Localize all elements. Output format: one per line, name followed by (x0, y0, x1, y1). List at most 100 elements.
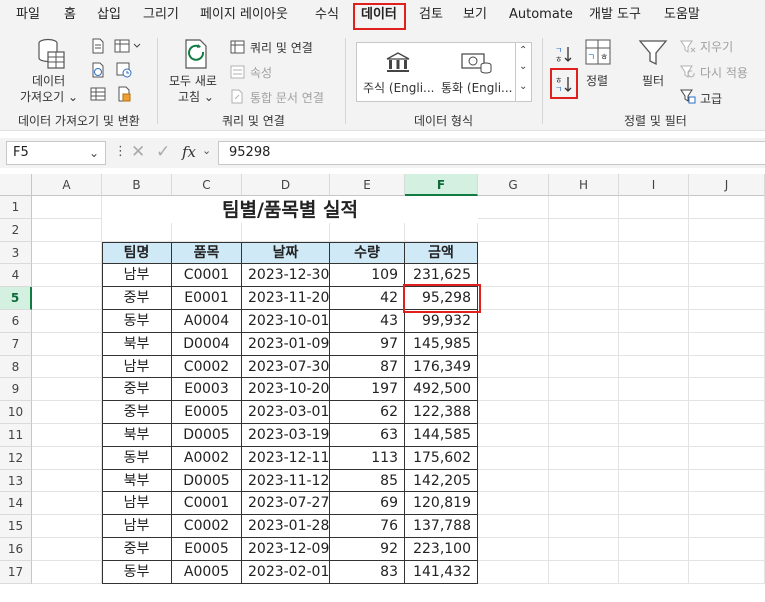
cancel-icon[interactable]: ✕ (131, 142, 145, 162)
grid-cell[interactable] (478, 560, 549, 584)
row-header[interactable]: 10 (0, 401, 32, 424)
row-header[interactable]: 14 (0, 492, 32, 516)
table-cell[interactable]: E0005 (172, 401, 242, 424)
advanced-button[interactable]: 고급 (700, 90, 722, 107)
grid-cell[interactable] (619, 264, 689, 288)
grid-cell[interactable] (689, 310, 765, 333)
insert-function-icon[interactable]: fx (182, 143, 196, 161)
column-header[interactable]: D (242, 174, 330, 196)
grid-cell[interactable] (549, 560, 619, 584)
grid-cell[interactable] (32, 241, 102, 265)
grid-cell[interactable] (619, 446, 689, 470)
row-header[interactable]: 6 (0, 310, 32, 333)
grid-cell[interactable] (32, 538, 102, 561)
gallery-scroll[interactable]: ⌃ ⌄ ⌄ (516, 42, 532, 102)
queries-connections-button[interactable]: 쿼리 및 연결 (250, 39, 313, 56)
column-header[interactable]: E (330, 174, 405, 196)
table-cell[interactable]: E0005 (172, 538, 242, 561)
table-cell[interactable]: 92 (330, 538, 405, 561)
table-cell[interactable]: 2023-07-30 (242, 355, 330, 379)
grid-cell[interactable] (619, 515, 689, 538)
grid-cell[interactable] (32, 378, 102, 402)
tab-home[interactable]: 홈 (64, 0, 76, 30)
row-header[interactable]: 8 (0, 355, 32, 379)
grid-cell[interactable] (689, 538, 765, 561)
grid-cell[interactable] (32, 401, 102, 424)
table-cell[interactable]: 북부 (102, 469, 172, 493)
grid-cell[interactable] (32, 515, 102, 538)
tab-automate[interactable]: Automate (509, 0, 573, 30)
get-data-label-1[interactable]: 데이터 (32, 72, 65, 89)
from-web-icon[interactable] (90, 62, 106, 82)
grid-cell[interactable] (689, 264, 765, 288)
grid-cell[interactable] (549, 378, 619, 402)
row-header[interactable]: 7 (0, 332, 32, 356)
table-cell[interactable]: 남부 (102, 355, 172, 379)
grid-cell[interactable] (619, 355, 689, 379)
row-header[interactable]: 2 (0, 218, 32, 242)
grid-cell[interactable] (549, 424, 619, 447)
grid-cell[interactable] (689, 355, 765, 379)
table-cell[interactable]: 63 (330, 424, 405, 447)
grid-cell[interactable] (32, 332, 102, 356)
table-cell[interactable]: 142,205 (405, 469, 478, 493)
grid-cell[interactable] (689, 196, 765, 219)
grid-cell[interactable] (689, 401, 765, 424)
table-cell[interactable]: 중부 (102, 378, 172, 402)
table-cell[interactable]: 137,788 (405, 515, 478, 538)
table-cell[interactable]: 2023-07-27 (242, 492, 330, 516)
grid-cell[interactable] (549, 196, 619, 219)
table-cell[interactable]: C0001 (172, 264, 242, 288)
grid-cell[interactable] (619, 560, 689, 584)
grid-cell[interactable] (478, 492, 549, 516)
table-cell[interactable]: 2023-10-01 (242, 310, 330, 333)
refresh-all-label-1[interactable]: 모두 새로 (169, 72, 217, 89)
table-cell[interactable]: 42 (330, 287, 405, 310)
table-cell[interactable]: 2023-01-09 (242, 332, 330, 356)
table-cell[interactable]: 99,932 (405, 310, 478, 333)
grid-cell[interactable] (619, 538, 689, 561)
grid-cell[interactable] (478, 355, 549, 379)
grid-cell[interactable] (619, 401, 689, 424)
grid-cell[interactable] (689, 560, 765, 584)
grid-cell[interactable] (619, 332, 689, 356)
table-cell[interactable]: 175,602 (405, 446, 478, 470)
from-table-icon[interactable] (90, 86, 106, 106)
sort-dialog-icon[interactable]: ㄱㅎ (584, 38, 612, 70)
stocks-button[interactable]: 주식 (Engli... (363, 79, 435, 96)
grid-cell[interactable] (32, 424, 102, 447)
table-cell[interactable]: A0005 (172, 560, 242, 584)
table-cell[interactable]: C0001 (172, 492, 242, 516)
grid-cell[interactable] (689, 446, 765, 470)
grid-cell[interactable] (32, 560, 102, 584)
grid-cell[interactable] (619, 492, 689, 516)
table-cell[interactable]: 2023-11-12 (242, 469, 330, 493)
row-header[interactable]: 1 (0, 196, 32, 219)
grid-cell[interactable] (619, 287, 689, 310)
table-cell[interactable]: 145,985 (405, 332, 478, 356)
table-cell[interactable]: 144,585 (405, 424, 478, 447)
grid-cell[interactable] (549, 446, 619, 470)
tab-review[interactable]: 검토 (419, 0, 443, 30)
grid-cell[interactable] (549, 310, 619, 333)
table-cell[interactable]: 120,819 (405, 492, 478, 516)
grid-cell[interactable] (689, 332, 765, 356)
tab-developer[interactable]: 개발 도구 (589, 0, 641, 30)
column-header[interactable]: C (172, 174, 242, 196)
table-header-cell[interactable]: 금액 (405, 241, 478, 265)
table-cell[interactable]: 남부 (102, 515, 172, 538)
more-icon[interactable]: ⋮ (114, 144, 127, 159)
grid-cell[interactable] (689, 218, 765, 242)
table-cell[interactable]: 122,388 (405, 401, 478, 424)
table-cell[interactable]: 2023-10-20 (242, 378, 330, 402)
table-cell[interactable]: 2023-03-19 (242, 424, 330, 447)
grid-cell[interactable] (478, 287, 549, 310)
grid-cell[interactable] (478, 446, 549, 470)
table-cell[interactable]: 북부 (102, 332, 172, 356)
grid-cell[interactable] (549, 241, 619, 265)
grid-cell[interactable] (689, 469, 765, 493)
tab-help[interactable]: 도움말 (664, 0, 700, 30)
table-cell[interactable]: 2023-12-11 (242, 446, 330, 470)
more-icon[interactable]: ⌄ (519, 81, 527, 92)
grid-cell[interactable] (689, 424, 765, 447)
